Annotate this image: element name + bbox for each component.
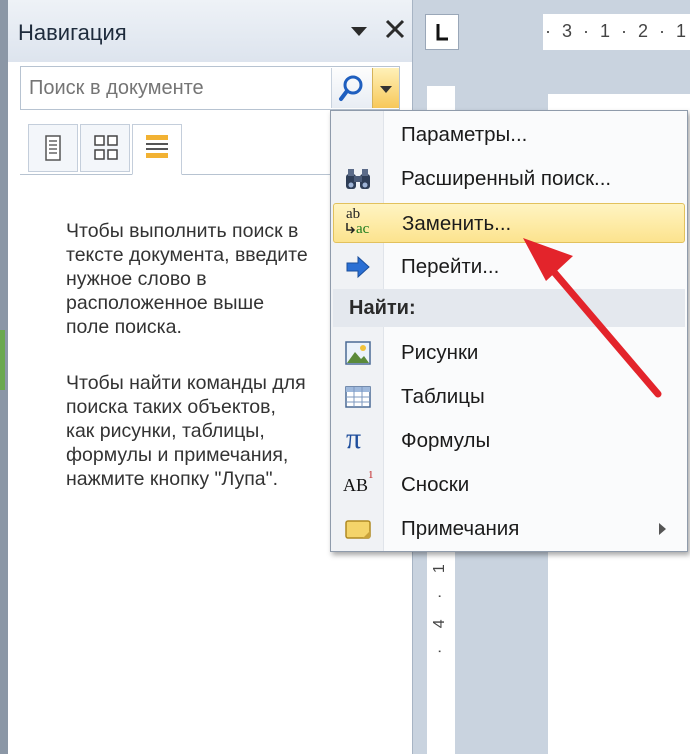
- search-input[interactable]: [21, 67, 327, 109]
- hint-line: поиска таких объектов,: [66, 396, 276, 418]
- menu-item-replace[interactable]: ab ac Заменить...: [333, 203, 685, 243]
- tab-stop-icon: [436, 24, 448, 41]
- search-box: [20, 66, 400, 110]
- hint-line: тексте документа, введите: [66, 244, 308, 266]
- hint-line: Чтобы найти команды для: [66, 372, 306, 394]
- magnifier-icon: [339, 75, 363, 101]
- menu-item-label: Сноски: [401, 473, 470, 496]
- picture-icon: [343, 338, 373, 368]
- tab-results[interactable]: [132, 124, 182, 175]
- page-thumbnails-icon: [94, 135, 118, 160]
- pi-icon: π: [343, 422, 373, 456]
- chevron-down-icon: [380, 86, 392, 93]
- tab-pages[interactable]: [80, 124, 130, 172]
- search-options-button[interactable]: [372, 68, 399, 108]
- menu-item-advanced-find[interactable]: Расширенный поиск...: [333, 159, 685, 199]
- binoculars-icon: [343, 164, 373, 194]
- menu-item-label: Формулы: [401, 429, 491, 452]
- hint-line: поле поиска.: [66, 316, 182, 338]
- close-icon[interactable]: [382, 16, 408, 42]
- menu-section-label: Найти:: [349, 297, 416, 319]
- hint-line: нажмите кнопку "Лупа".: [66, 468, 278, 490]
- menu-section-find: Найти:: [333, 289, 685, 327]
- replace-icon: ab ac: [344, 206, 374, 239]
- menu-item-label: Заменить...: [402, 212, 512, 235]
- menu-item-comments[interactable]: Примечания: [333, 509, 685, 549]
- footnote-icon: AB 1: [343, 469, 374, 500]
- menu-item-label: Расширенный поиск...: [401, 167, 612, 190]
- navigation-title: Навигация: [18, 20, 127, 45]
- hint-line: как рисунки, таблицы,: [66, 420, 265, 442]
- submenu-arrow-icon: [659, 523, 666, 535]
- navigation-header: Навигация: [8, 0, 412, 62]
- menu-item-label: Примечания: [401, 517, 520, 540]
- menu-item-label: Параметры...: [401, 123, 528, 146]
- menu-item-equations[interactable]: π Формулы: [333, 421, 685, 461]
- footnote-icon-text: AB: [343, 475, 369, 495]
- menu-item-label: Перейти...: [401, 255, 500, 278]
- menu-item-label: Таблицы: [401, 385, 485, 408]
- window-edge-accent: [0, 330, 5, 390]
- search-results-icon: [146, 135, 168, 158]
- pi-symbol: π: [346, 422, 362, 455]
- tab-headings[interactable]: [28, 124, 78, 172]
- search-button[interactable]: [331, 68, 372, 108]
- table-icon: [343, 382, 373, 412]
- horizontal-ruler-marks: · 3 · 1 · 2 · 1: [545, 21, 690, 41]
- menu-item-tables[interactable]: Таблицы: [333, 377, 685, 417]
- arrow-right-icon: [343, 252, 373, 282]
- footnote-icon-sup: 1: [368, 469, 374, 481]
- horizontal-ruler[interactable]: · 3 · 1 · 2 · 1: [543, 14, 690, 50]
- hint-line: Чтобы выполнить поиск в: [66, 220, 299, 242]
- search-options-menu: Параметры... Расширенный поиск... ab ac …: [330, 110, 688, 552]
- tab-selector-button[interactable]: [425, 14, 459, 50]
- menu-item-options[interactable]: Параметры...: [333, 115, 685, 155]
- menu-item-label: Рисунки: [401, 341, 479, 364]
- hint-line: расположенное выше: [66, 292, 265, 314]
- menu-item-pictures[interactable]: Рисунки: [333, 333, 685, 373]
- hint-line: формулы и примечания,: [66, 444, 289, 466]
- menu-item-goto[interactable]: Перейти...: [333, 247, 685, 287]
- comment-icon: [343, 514, 373, 544]
- menu-item-footnotes[interactable]: AB 1 Сноски: [333, 465, 685, 505]
- hint-line: нужное слово в: [66, 268, 207, 290]
- headings-icon: [45, 135, 61, 161]
- pane-options-dropdown-icon[interactable]: [348, 20, 370, 42]
